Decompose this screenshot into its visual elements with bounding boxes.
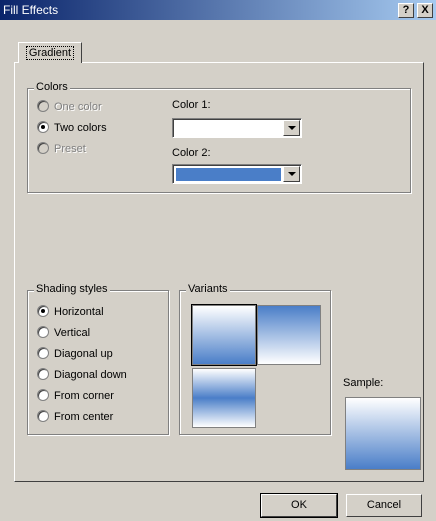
variant-swatch-3[interactable] [192,368,256,428]
radio-horizontal[interactable]: Horizontal [37,304,104,320]
radio-two-colors-label: Two colors [54,122,107,134]
radio-one-color-circle[interactable] [37,100,49,113]
radio-vertical-circle[interactable] [37,326,49,339]
color2-dropdown[interactable] [172,164,302,184]
colors-group: Colors One color Two colors Preset Color… [27,81,411,193]
radio-from-corner[interactable]: From corner [37,388,114,404]
radio-two-colors[interactable]: Two colors [37,120,107,136]
shading-styles-group: Shading styles Horizontal Vertical Diago… [27,283,169,435]
sample-label: Sample: [343,377,384,389]
radio-horizontal-label: Horizontal [54,306,104,318]
tab-gradient[interactable]: Gradient [18,42,82,63]
radio-from-center-circle[interactable] [37,410,49,423]
fill-effects-dialog: Fill Effects ? X Gradient Colors One col… [0,0,436,521]
radio-one-color-label: One color [54,101,102,113]
radio-one-color[interactable]: One color [37,99,102,115]
color1-swatch [176,122,281,135]
variant-swatch-1[interactable] [191,304,257,366]
radio-preset[interactable]: Preset [37,141,86,157]
radio-diagonal-down[interactable]: Diagonal down [37,367,127,383]
radio-diagonal-up-label: Diagonal up [54,348,113,360]
radio-vertical[interactable]: Vertical [37,325,90,341]
variants-group: Variants [179,283,331,435]
radio-diagonal-down-circle[interactable] [37,368,49,381]
color2-swatch [176,168,281,181]
color1-dropdown-arrow-icon[interactable] [283,120,300,136]
colors-group-label: Colors [34,81,70,93]
radio-diagonal-up[interactable]: Diagonal up [37,346,113,362]
variant-swatch-2[interactable] [257,305,321,365]
radio-diagonal-up-circle[interactable] [37,347,49,360]
close-button[interactable]: X [417,3,433,18]
radio-vertical-label: Vertical [54,327,91,339]
color2-dropdown-arrow-icon[interactable] [283,166,300,182]
radio-from-center[interactable]: From center [37,409,113,425]
window-title: Fill Effects [3,3,59,17]
color1-label: Color 1: [172,99,211,111]
radio-two-colors-circle[interactable] [37,121,49,134]
radio-from-corner-circle[interactable] [37,389,49,402]
cancel-button[interactable]: Cancel [346,494,422,517]
ok-button[interactable]: OK [260,493,338,518]
title-bar: Fill Effects ? X [0,0,436,20]
tab-gradient-label: Gradient [25,46,75,60]
color2-label: Color 2: [172,147,211,159]
radio-preset-circle[interactable] [37,142,49,155]
shading-styles-group-label: Shading styles [34,283,110,295]
radio-diagonal-down-label: Diagonal down [54,369,127,381]
radio-preset-label: Preset [54,143,86,155]
variants-group-label: Variants [186,283,230,295]
sample-preview [345,397,421,470]
help-button[interactable]: ? [398,3,414,18]
radio-from-center-label: From center [54,411,114,423]
radio-from-corner-label: From corner [54,390,114,402]
radio-horizontal-circle[interactable] [37,305,49,318]
color1-dropdown[interactable] [172,118,302,138]
